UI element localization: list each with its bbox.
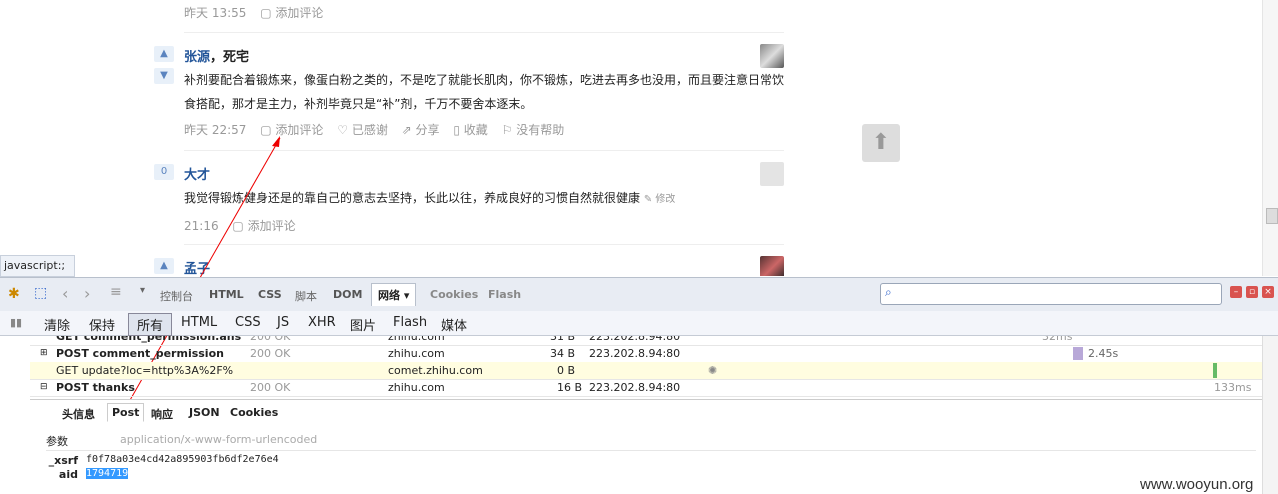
filter-images[interactable]: 图片 <box>350 315 376 334</box>
tab-script[interactable]: 脚本 <box>295 288 317 304</box>
filter-html[interactable]: HTML <box>181 315 217 330</box>
params-header: 参数 application/x-www-form-urlencoded <box>46 433 1256 451</box>
tab-cookies[interactable]: Cookies <box>430 288 478 301</box>
filter-clear[interactable]: 清除 <box>44 315 70 334</box>
detach-button[interactable]: ▫ <box>1246 286 1258 298</box>
search-icon: ⌕ <box>885 285 892 299</box>
close-button[interactable]: × <box>1262 286 1274 298</box>
firebug-icon[interactable]: ✱ <box>8 286 20 302</box>
tab-response[interactable]: 响应 <box>151 406 173 422</box>
status-bar: javascript:; <box>0 255 75 277</box>
filter-persist[interactable]: 保持 <box>89 315 115 334</box>
net-filter-bar: ▮▮ 清除 保持 所有 HTML CSS JS XHR 图片 Flash 媒体 <box>0 311 1278 336</box>
menu-icon[interactable]: ≡ <box>110 284 122 300</box>
table-row[interactable]: ⊟ POST thanks 200 OK zhihu.com 16 B 223.… <box>30 379 1262 397</box>
watermark: www.wooyun.org <box>1140 476 1254 493</box>
filter-js[interactable]: JS <box>277 315 289 330</box>
minimize-button[interactable]: – <box>1230 286 1242 298</box>
timing-bar <box>1213 363 1217 378</box>
tab-console[interactable]: 控制台 <box>160 288 193 304</box>
tab-flash[interactable]: Flash <box>488 288 521 301</box>
tab-html[interactable]: HTML <box>209 288 244 301</box>
param-value-selected[interactable]: 1794719 <box>86 468 129 479</box>
net-panel: GET comment_permission.ans 200 OK zhihu.… <box>0 336 1278 494</box>
filter-css[interactable]: CSS <box>235 315 261 330</box>
back-icon[interactable]: ‹ <box>62 284 68 303</box>
tab-json[interactable]: JSON <box>189 406 220 419</box>
request-detail: 头信息 Post 响应 JSON Cookies 参数 application/… <box>30 399 1262 494</box>
loading-spinner-icon: ✺ <box>708 364 718 377</box>
detail-tabs: 头信息 Post 响应 JSON Cookies <box>30 403 430 422</box>
filter-flash[interactable]: Flash <box>393 315 427 330</box>
tab-dom[interactable]: DOM <box>333 288 362 301</box>
tab-headers[interactable]: 头信息 <box>62 406 95 422</box>
table-row[interactable]: GET update?loc=http%3A%2F% comet.zhihu.c… <box>30 362 1262 380</box>
filter-all[interactable]: 所有 <box>128 313 173 336</box>
inspect-icon[interactable]: ⬚ <box>34 285 47 301</box>
forward-icon[interactable]: › <box>84 284 90 303</box>
content-type: application/x-www-form-urlencoded <box>120 433 318 446</box>
param-value[interactable]: f0f78a03e4cd42a895903fb6df2e76e4 <box>86 454 279 465</box>
tab-net[interactable]: 网络 ▾ <box>371 283 417 306</box>
xhr-icon[interactable]: ▮▮ <box>10 316 22 329</box>
collapse-icon[interactable]: ⊟ <box>40 379 48 396</box>
expand-icon[interactable]: ⊞ <box>40 345 48 362</box>
net-scrollbar[interactable] <box>1262 336 1278 494</box>
tab-cookies[interactable]: Cookies <box>230 406 278 419</box>
param-name: _xsrf <box>48 454 78 467</box>
params-label: 参数 <box>46 435 68 448</box>
table-row[interactable]: ⊞ POST comment_permission 200 OK zhihu.c… <box>30 345 1262 363</box>
filter-xhr[interactable]: XHR <box>308 315 336 330</box>
chevron-down-icon[interactable]: ▾ <box>140 285 145 296</box>
tab-post[interactable]: Post <box>107 403 145 422</box>
filter-media[interactable]: 媒体 <box>441 315 467 334</box>
search-input[interactable]: ⌕ <box>880 283 1222 305</box>
tab-css[interactable]: CSS <box>258 288 282 301</box>
timing-bar <box>1073 347 1083 360</box>
param-name: aid <box>58 468 78 481</box>
